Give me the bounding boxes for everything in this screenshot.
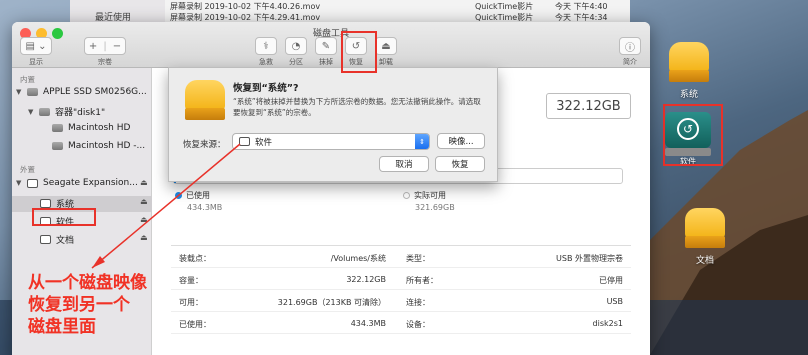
- annotation-arrow: [91, 143, 241, 269]
- annotation-text: 从一个磁盘映像 恢复到另一个 磁盘里面: [28, 273, 147, 337]
